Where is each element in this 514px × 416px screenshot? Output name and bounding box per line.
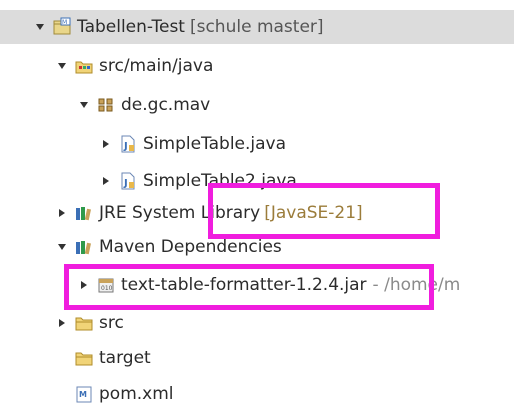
project-icon: M	[52, 17, 72, 37]
maven-pom-icon: M	[74, 384, 94, 404]
library-icon	[74, 203, 94, 223]
tree-item-label: Tabellen-Test	[77, 17, 185, 37]
package-icon	[96, 95, 116, 115]
tree-item-label: pom.xml	[99, 384, 174, 404]
jar-icon: 010	[96, 275, 116, 295]
tree-item-label: SimpleTable.java	[143, 134, 287, 154]
expand-arrow-icon[interactable]	[54, 237, 70, 257]
svg-text:010: 010	[101, 285, 113, 292]
tree-item-label: src/main/java	[99, 56, 214, 76]
tree-item-decoration: [JavaSE-21]	[264, 203, 363, 223]
java-file-icon: J	[118, 134, 138, 154]
tree-item-decoration: [schule master]	[189, 17, 324, 37]
java-file-icon: J	[118, 171, 138, 191]
expand-arrow-icon[interactable]	[32, 17, 48, 37]
collapse-arrow-icon[interactable]	[54, 313, 70, 333]
tree-item-label: Maven Dependencies	[99, 237, 282, 257]
svg-text:M: M	[79, 390, 87, 399]
tree-item-jar[interactable]: 010 text-table-formatter-1.2.4.jar - /ho…	[76, 268, 460, 302]
collapse-arrow-icon[interactable]	[98, 134, 114, 154]
folder-icon	[74, 313, 94, 333]
svg-text:M: M	[62, 19, 67, 26]
tree-item-label: target	[99, 348, 151, 368]
tree-item-label: text-table-formatter-1.2.4.jar	[121, 275, 367, 295]
collapse-arrow-icon[interactable]	[98, 171, 114, 191]
expand-arrow-icon[interactable]	[54, 56, 70, 76]
library-icon	[74, 237, 94, 257]
collapse-arrow-icon[interactable]	[54, 203, 70, 223]
tree-item-jre-system-library[interactable]: JRE System Library [JavaSE-21]	[54, 196, 363, 230]
tree-item-maven-dependencies[interactable]: Maven Dependencies	[54, 230, 282, 264]
tree-item-src[interactable]: src	[54, 306, 124, 340]
tree-item-simpletable[interactable]: J SimpleTable.java	[98, 127, 286, 161]
tree-item-label: SimpleTable2.java	[143, 171, 297, 191]
source-folder-icon	[74, 56, 94, 76]
tree-item-label: src	[99, 313, 124, 333]
tree-item-label: JRE System Library	[99, 203, 261, 223]
tree-item-pom[interactable]: M pom.xml	[74, 377, 174, 411]
tree-item-package[interactable]: de.gc.mav	[76, 88, 210, 122]
tree-item-label: de.gc.mav	[121, 95, 211, 115]
package-explorer-tree: M Tabellen-Test [schule master] src/main…	[0, 0, 514, 416]
expand-arrow-icon[interactable]	[76, 95, 92, 115]
tree-item-decoration: - /home/m	[372, 275, 461, 295]
tree-item-src-main-java[interactable]: src/main/java	[54, 49, 213, 83]
tree-item-simpletable2[interactable]: J SimpleTable2.java	[98, 164, 297, 198]
collapse-arrow-icon[interactable]	[76, 275, 92, 295]
tree-item-target[interactable]: target	[74, 341, 151, 375]
svg-text:J: J	[123, 141, 128, 152]
svg-text:J: J	[123, 178, 128, 189]
folder-icon	[74, 348, 94, 368]
tree-item-project[interactable]: M Tabellen-Test [schule master]	[0, 10, 514, 44]
